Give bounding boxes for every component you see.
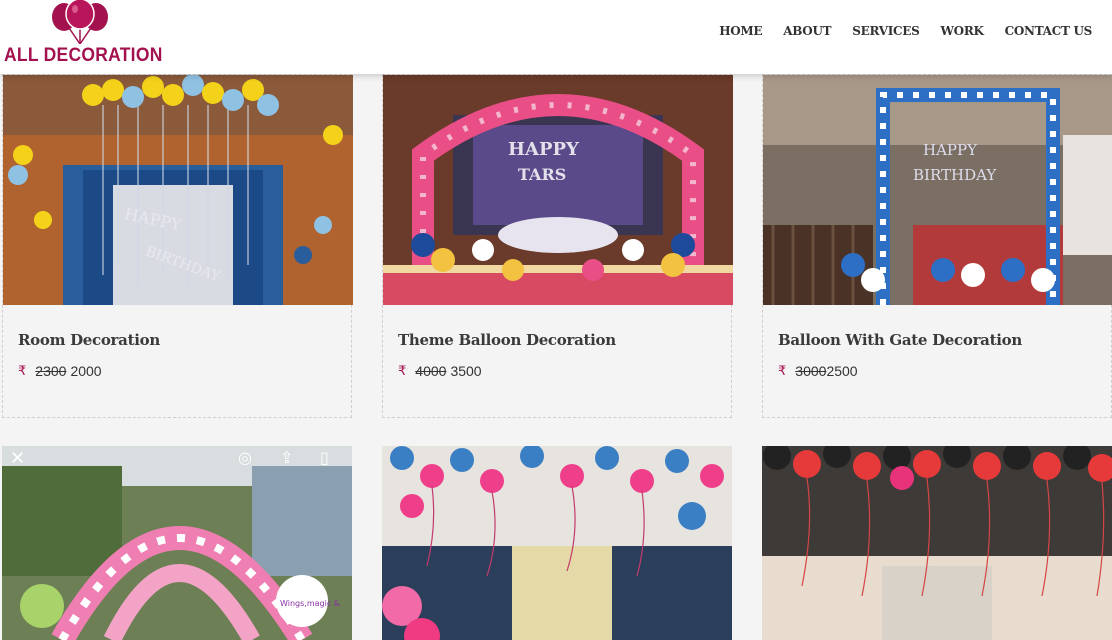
current-price: 3500 (450, 363, 482, 379)
rupee-icon: ₹ (18, 363, 27, 378)
card-title[interactable]: Balloon With Gate Decoration (778, 331, 1096, 349)
product-image-theme[interactable]: HAPPY TARS (383, 75, 733, 305)
current-price: 2500 (826, 363, 858, 379)
product-card[interactable]: HAPPY BIRTHDAY Balloon With Gate Decorat… (762, 74, 1112, 418)
product-image-room[interactable]: HAPPY BIRTHDAY (3, 75, 353, 305)
bookmark-icon[interactable]: ▯ (320, 448, 329, 467)
main-nav: HOME ABOUT SERVICES WORK CONTACT US (698, 24, 1092, 38)
svg-text:HAPPY: HAPPY (508, 139, 580, 160)
old-price: 4000 (415, 363, 447, 379)
price-row: ₹ 3000 2500 (778, 363, 1096, 379)
logo[interactable]: ALL DECORATION (4, 0, 162, 70)
price-row: ₹ 2300 2000 (18, 363, 336, 379)
nav-home[interactable]: HOME (719, 24, 762, 38)
nav-about[interactable]: ABOUT (783, 24, 831, 38)
old-price: 2300 (35, 363, 67, 379)
nav-services[interactable]: SERVICES (852, 24, 920, 38)
nav-contact-us[interactable]: CONTACT US (1005, 24, 1093, 38)
lens-icon[interactable]: ◎ (238, 448, 252, 467)
site-header: ALL DECORATION HOME ABOUT SERVICES WORK … (0, 0, 1112, 74)
brand-name: ALL DECORATION (4, 45, 163, 66)
product-image-arch[interactable]: Wings,magic & ✕ ◎ ⇪ ▯ (2, 446, 352, 640)
svg-text:BIRTHDAY: BIRTHDAY (913, 166, 997, 184)
svg-text:Wings,magic &: Wings,magic & (280, 599, 340, 608)
product-image-ceiling-balloons[interactable] (382, 446, 732, 640)
close-icon[interactable]: ✕ (10, 448, 25, 469)
old-price: 3000 (795, 363, 827, 379)
card-title[interactable]: Room Decoration (18, 331, 336, 349)
price-row: ₹ 4000 3500 (398, 363, 716, 379)
product-card[interactable]: HAPPY TARS Theme Balloon Decoration ₹ 40… (382, 74, 733, 418)
share-icon[interactable]: ⇪ (280, 448, 293, 467)
rupee-icon: ₹ (778, 363, 787, 378)
nav-work[interactable]: WORK (941, 24, 984, 38)
rupee-icon: ₹ (398, 363, 407, 378)
current-price: 2000 (70, 363, 102, 379)
product-image-hanging-balloons[interactable] (762, 446, 1112, 640)
product-image-gate[interactable]: HAPPY BIRTHDAY (763, 75, 1112, 305)
balloons-logo-icon (52, 0, 108, 44)
product-card[interactable]: HAPPY BIRTHDAY Room Decoration ₹ 2300 20… (2, 74, 353, 418)
card-title[interactable]: Theme Balloon Decoration (398, 331, 716, 349)
svg-text:TARS: TARS (518, 165, 566, 184)
svg-text:HAPPY: HAPPY (923, 141, 978, 159)
